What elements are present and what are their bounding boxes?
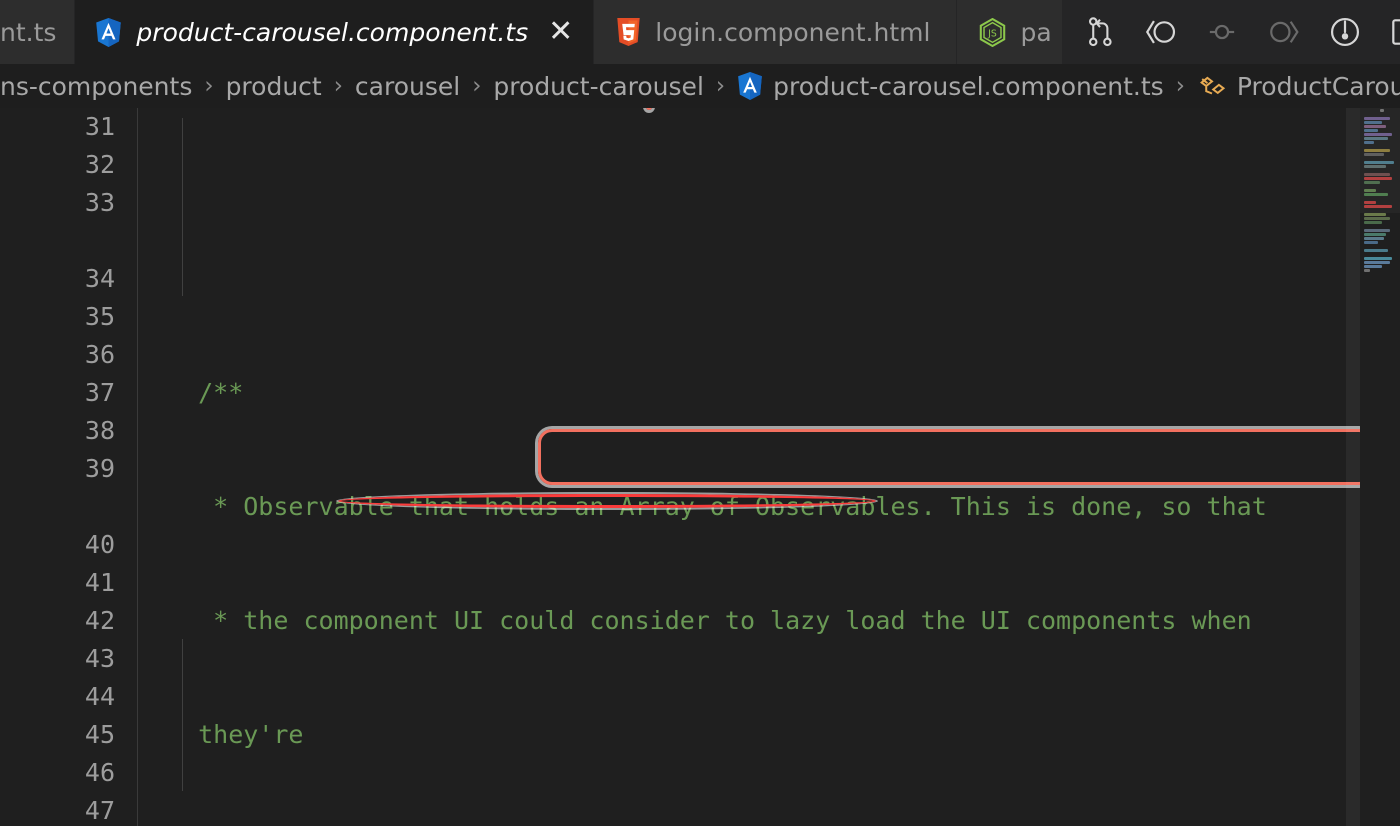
minimap-viewport-slider[interactable] bbox=[1360, 108, 1400, 213]
close-icon[interactable]: ✕ bbox=[548, 17, 573, 47]
minimap[interactable] bbox=[1360, 108, 1400, 826]
chevron-right-icon: › bbox=[715, 73, 726, 99]
breadcrumb-item-file[interactable]: product-carousel.component.ts bbox=[737, 72, 1164, 100]
code-line-33-wrap: they're bbox=[168, 716, 1400, 754]
line-number: 38 bbox=[84, 416, 115, 445]
code-line-31: /** bbox=[168, 374, 1400, 412]
breadcrumb-label: product bbox=[225, 71, 322, 101]
line-number: 36 bbox=[84, 340, 115, 369]
tab-label: login.component.html bbox=[655, 17, 931, 47]
code-line-32: * Observable that holds an Array of Obse… bbox=[168, 488, 1400, 526]
line-number-gutter: 31 32 33 . 34 35 36 37 38 39 . 40 41 42 … bbox=[0, 108, 138, 826]
svg-text:JS: JS bbox=[988, 28, 998, 39]
chevron-right-icon: › bbox=[204, 73, 214, 99]
tab-nt-ts[interactable]: nt.ts bbox=[0, 0, 76, 64]
code-line-33: * the component UI could consider to laz… bbox=[168, 602, 1400, 640]
line-number-wrap: . bbox=[0, 222, 115, 260]
minimap-line bbox=[1364, 269, 1370, 272]
breadcrumb: ns-components › product › carousel › pro… bbox=[0, 64, 1400, 108]
code-token-comment: they're bbox=[168, 720, 304, 749]
breadcrumb-label: carousel bbox=[354, 71, 461, 101]
line-number: 34 bbox=[84, 264, 115, 293]
editor-scrollbar-slider[interactable] bbox=[1346, 108, 1360, 826]
tab-login-component-html[interactable]: login.component.html bbox=[594, 0, 958, 64]
breadcrumb-label: product-carousel.component.ts bbox=[773, 71, 1164, 101]
minimap-line bbox=[1364, 213, 1386, 216]
line-number: 35 bbox=[84, 302, 115, 331]
red-box-annotation bbox=[646, 108, 652, 110]
line-number: 47 bbox=[84, 796, 115, 825]
chevron-right-icon: › bbox=[333, 73, 343, 99]
line-number: 46 bbox=[84, 758, 115, 787]
breadcrumb-item-product[interactable]: product bbox=[226, 74, 322, 99]
breadcrumb-item-symbol-class[interactable]: ProductCarouselComp bbox=[1197, 72, 1400, 100]
code-editor[interactable]: 31 32 33 . 34 35 36 37 38 39 . 40 41 42 … bbox=[0, 108, 1400, 826]
line-number: 37 bbox=[84, 378, 115, 407]
class-symbol-icon bbox=[1197, 72, 1227, 100]
minimap-line bbox=[1364, 233, 1386, 236]
chevron-right-icon: › bbox=[1175, 73, 1185, 99]
line-number: 41 bbox=[84, 568, 115, 597]
breadcrumb-item-carousel[interactable]: carousel bbox=[355, 74, 460, 99]
indent-guide bbox=[182, 118, 183, 296]
breadcrumb-item-ns-components[interactable]: ns-components bbox=[0, 74, 192, 99]
minimap-line bbox=[1364, 249, 1388, 252]
html5-file-icon bbox=[616, 18, 641, 46]
split-editor-down-icon[interactable] bbox=[1205, 16, 1239, 48]
angular-file-icon bbox=[95, 17, 122, 47]
breadcrumb-item-product-carousel[interactable]: product-carousel bbox=[493, 74, 703, 99]
line-number: 45 bbox=[84, 720, 115, 749]
tab-label: pa bbox=[1020, 17, 1052, 47]
line-number: 32 bbox=[84, 150, 115, 179]
code-token-comment: * Observable that holds an Array of Obse… bbox=[168, 492, 1267, 521]
line-number-wrap: . bbox=[0, 488, 115, 526]
line-number: 42 bbox=[84, 606, 115, 635]
minimap-line bbox=[1364, 237, 1384, 240]
minimap-line bbox=[1364, 221, 1382, 224]
editor-actions bbox=[1062, 0, 1400, 64]
chevron-right-icon: › bbox=[472, 73, 482, 99]
minimap-line bbox=[1364, 261, 1390, 264]
run-and-debug-icon[interactable] bbox=[1329, 16, 1361, 48]
editor-tab-bar: nt.ts product-carousel.component.ts ✕ lo… bbox=[0, 0, 1400, 64]
line-number: 39 bbox=[84, 454, 115, 483]
minimap-line bbox=[1364, 265, 1382, 268]
tab-label: product-carousel.component.ts bbox=[136, 17, 529, 47]
indent-guide bbox=[182, 639, 183, 791]
code-token-comment: * the component UI could consider to laz… bbox=[168, 606, 1252, 635]
minimap-line bbox=[1364, 217, 1390, 220]
nodejs-file-icon: JS bbox=[979, 17, 1006, 47]
tab-product-carousel-component-ts[interactable]: product-carousel.component.ts ✕ bbox=[75, 0, 595, 64]
angular-file-icon bbox=[737, 72, 763, 100]
tab-pa[interactable]: JS pa bbox=[957, 0, 1063, 64]
code-content[interactable]: /** * Observable that holds an Array of … bbox=[138, 108, 1400, 826]
go-forward-icon[interactable] bbox=[1267, 16, 1301, 48]
minimap-line bbox=[1364, 229, 1390, 232]
breadcrumb-label: ProductCarouselComp bbox=[1236, 71, 1400, 101]
minimap-line bbox=[1364, 257, 1392, 260]
code-token-comment: /** bbox=[168, 378, 244, 407]
breadcrumb-label: product-carousel bbox=[493, 71, 704, 101]
go-back-icon[interactable] bbox=[1143, 16, 1177, 48]
split-editor-right-icon[interactable] bbox=[1389, 16, 1400, 48]
line-number: 40 bbox=[84, 530, 115, 559]
line-number: 33 bbox=[84, 188, 115, 217]
line-number: 43 bbox=[84, 644, 115, 673]
tab-label: nt.ts bbox=[0, 17, 57, 47]
minimap-line bbox=[1364, 241, 1378, 244]
line-number: 44 bbox=[84, 682, 115, 711]
breadcrumb-label: ns-components bbox=[0, 71, 193, 101]
line-number: 31 bbox=[84, 112, 115, 141]
source-control-icon[interactable] bbox=[1085, 16, 1115, 48]
